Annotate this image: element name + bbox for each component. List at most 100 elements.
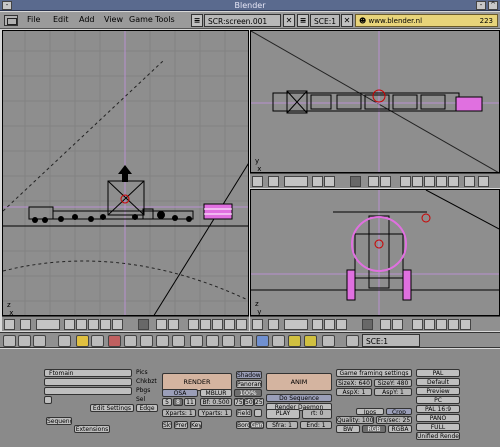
lock-icon[interactable] — [350, 176, 361, 187]
layer-icon[interactable] — [100, 319, 111, 330]
pivot-icon[interactable] — [400, 176, 411, 187]
material-icon[interactable] — [108, 335, 121, 347]
layer-icon[interactable] — [76, 319, 87, 330]
menu-file[interactable]: File — [27, 15, 40, 24]
layer-icon[interactable] — [112, 319, 123, 330]
layer-icon[interactable] — [336, 319, 347, 330]
game-framing-button[interactable]: Game framing settings — [336, 369, 412, 377]
menu-add[interactable]: Add — [79, 15, 95, 24]
texture-icon[interactable] — [140, 335, 153, 347]
zoom-icon[interactable] — [212, 319, 223, 330]
fields-button[interactable]: Fields — [236, 409, 252, 417]
preset-default[interactable]: Default — [416, 378, 460, 386]
layer-icon[interactable] — [312, 176, 323, 187]
aspx-field[interactable]: AspX: 1 — [336, 388, 372, 396]
border-button[interactable]: Border — [236, 421, 250, 429]
zoom-icon[interactable] — [436, 319, 447, 330]
camera-icon[interactable] — [240, 335, 253, 347]
sizex-field[interactable]: SizeX: 640 — [336, 379, 372, 387]
scene-browse-icon[interactable] — [346, 335, 359, 347]
size-50-button[interactable]: 50% — [244, 398, 254, 406]
globe-icon[interactable] — [478, 176, 489, 187]
key-button[interactable]: Key — [190, 421, 202, 429]
menu-view[interactable]: View — [104, 15, 123, 24]
window-type-icon[interactable] — [4, 15, 18, 26]
sound-icon[interactable] — [156, 335, 169, 347]
layer-icon[interactable] — [324, 176, 335, 187]
lock-icon[interactable] — [362, 319, 373, 330]
lock-icon[interactable] — [138, 319, 149, 330]
view-layers-icon[interactable] — [284, 319, 308, 330]
rgba-button[interactable]: RGBA — [388, 425, 412, 433]
pivot-icon[interactable] — [412, 319, 423, 330]
ipos-button[interactable]: Ipos — [356, 408, 384, 415]
osa-button[interactable]: OSA — [162, 389, 198, 397]
size-100-button[interactable]: 100% — [234, 389, 262, 397]
end-frame-field[interactable]: End: 1 — [300, 421, 332, 429]
preset-pal-169[interactable]: PAL 16:9 — [416, 405, 460, 413]
size-25-button[interactable]: 25% — [254, 398, 264, 406]
object-icon[interactable] — [222, 335, 235, 347]
rt-field[interactable]: rt: 0 — [302, 409, 332, 419]
window-type-icon[interactable] — [4, 319, 15, 330]
bw-button[interactable]: BW — [336, 425, 360, 433]
osa-5-button[interactable]: 5 — [162, 398, 172, 406]
blur-factor-field[interactable]: Bf: 0.500 — [200, 398, 232, 406]
edit-settings-button[interactable]: Edit Settings — [90, 404, 134, 412]
scene-browse-icon[interactable]: ≡ — [297, 14, 309, 27]
world-icon[interactable] — [124, 335, 137, 347]
fps-field[interactable]: Frs/sec: 25 — [376, 416, 412, 424]
view-icon[interactable] — [436, 176, 447, 187]
window-type-icon[interactable] — [252, 176, 263, 187]
camera-icon[interactable] — [460, 319, 471, 330]
draw-mode-icon[interactable] — [392, 319, 403, 330]
viewport-side[interactable]: z y — [250, 189, 500, 316]
fullscreen-icon[interactable] — [268, 176, 279, 187]
minimize-button[interactable]: - — [476, 1, 486, 10]
aspy-field[interactable]: AspY: 1 — [374, 388, 412, 396]
buttons-scene-field[interactable]: SCE:1 — [362, 334, 420, 347]
view-icon[interactable] — [224, 319, 235, 330]
play-button[interactable]: PLAY — [266, 409, 300, 419]
screen-name-field[interactable]: SCR:screen.001 — [204, 14, 281, 27]
menu-game[interactable]: Game — [129, 15, 153, 24]
scene-name-field[interactable]: SCE:1 — [310, 14, 340, 27]
view-buttons-icon[interactable] — [33, 335, 46, 347]
scene-icon[interactable] — [322, 335, 335, 347]
perspective-icon[interactable] — [380, 319, 391, 330]
quality-field[interactable]: Quality: 100 — [336, 416, 374, 424]
screen-browse-icon[interactable]: ≡ — [191, 14, 203, 27]
backbuf-field[interactable] — [44, 378, 132, 386]
viewport-front[interactable]: z x — [2, 30, 249, 316]
render-icon[interactable] — [304, 335, 317, 347]
pivot-icon[interactable] — [188, 319, 199, 330]
fullscreen-icon[interactable] — [20, 319, 31, 330]
preset-full[interactable]: FULL — [416, 423, 460, 431]
lamp-icon[interactable] — [206, 335, 219, 347]
mblur-button[interactable]: MBLUR — [200, 389, 232, 397]
animation-icon[interactable] — [172, 335, 185, 347]
pan-icon[interactable] — [200, 319, 211, 330]
start-frame-field[interactable]: Sfra: 1 — [266, 421, 298, 429]
menu-edit[interactable]: Edit — [53, 15, 69, 24]
preset-preview[interactable]: Preview — [416, 387, 460, 395]
layer-icon[interactable] — [324, 319, 335, 330]
camera-icon[interactable] — [448, 176, 459, 187]
sizey-field[interactable]: SizeY: 480 — [374, 379, 412, 387]
radiosity-icon[interactable] — [272, 335, 285, 347]
premul-button[interactable]: Premul — [174, 421, 188, 429]
view-layers-icon[interactable] — [36, 319, 60, 330]
window-type-icon[interactable] — [3, 335, 16, 347]
logic-icon[interactable] — [256, 335, 269, 347]
draw-mode-icon[interactable] — [168, 319, 179, 330]
sky-button[interactable]: Sky — [162, 421, 172, 429]
odd-button[interactable] — [254, 409, 262, 417]
edit-icon[interactable] — [91, 335, 104, 347]
preset-pc[interactable]: PC — [416, 396, 460, 404]
unified-renderer-button[interactable]: Unified Renderer — [416, 432, 460, 440]
view-icon[interactable] — [76, 335, 89, 347]
maximize-button[interactable]: ^ — [488, 1, 498, 10]
headphones-icon[interactable] — [464, 176, 475, 187]
gamma-button[interactable]: Gamma — [250, 421, 264, 429]
window-type-icon[interactable] — [252, 319, 263, 330]
